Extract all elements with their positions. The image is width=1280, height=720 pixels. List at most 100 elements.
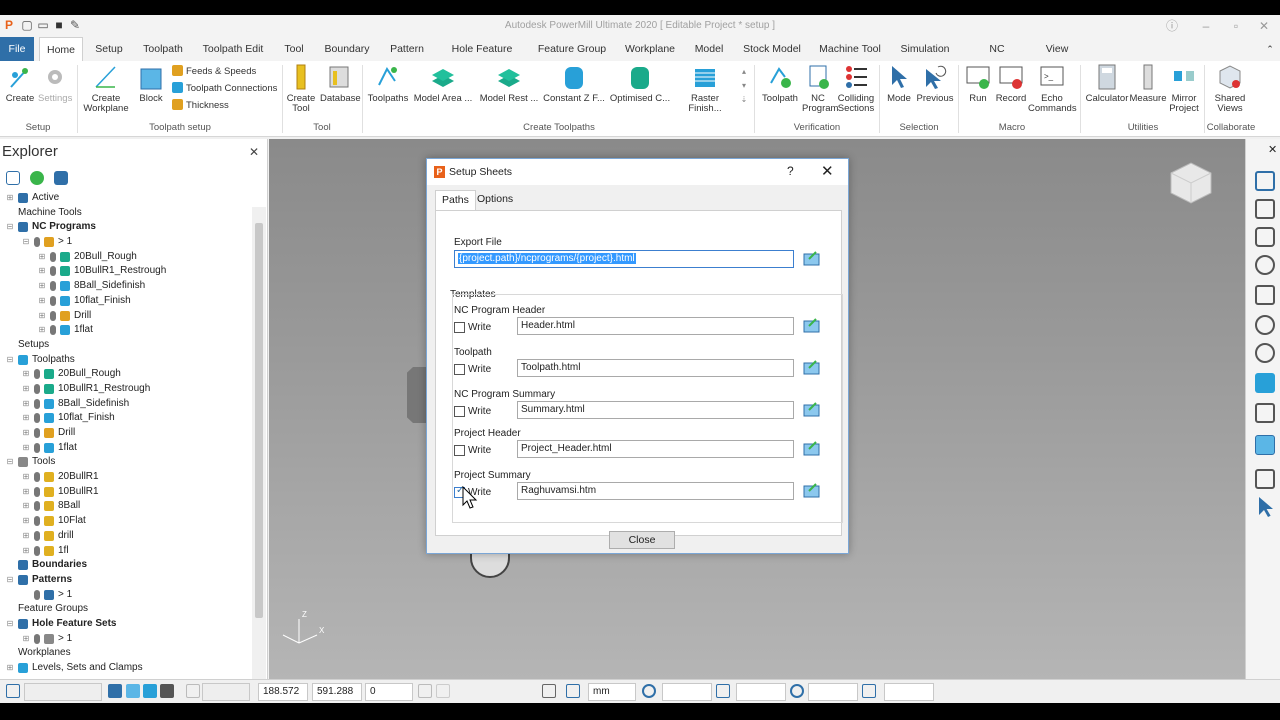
status-height-icon[interactable] (716, 684, 730, 698)
tab-file[interactable]: File (0, 37, 34, 61)
tab-view[interactable]: View (1042, 37, 1072, 61)
workplane-select[interactable] (24, 683, 102, 701)
lightbulb-icon[interactable] (34, 442, 40, 453)
expand-icon[interactable]: ⊞ (6, 664, 14, 672)
write-checkbox[interactable] (454, 364, 465, 375)
shaded-wire-icon[interactable] (1255, 435, 1275, 455)
calculator-button[interactable]: Calculator (1084, 63, 1130, 104)
lightbulb-icon[interactable] (34, 486, 40, 497)
write-label[interactable]: Write (468, 364, 491, 375)
status-tool-2-icon[interactable] (126, 684, 140, 698)
collapse-ribbon-icon[interactable]: ⌃ (1262, 37, 1278, 61)
tree-item[interactable]: ⊞ 20BullR1 (0, 470, 252, 485)
lightbulb-icon[interactable] (34, 369, 40, 380)
tree-item[interactable]: ⊟ > 1 (0, 235, 252, 250)
run-button[interactable]: Run (962, 63, 994, 104)
help-icon[interactable]: ⓘ (1162, 17, 1182, 35)
expand-icon[interactable]: ⊞ (38, 311, 46, 320)
tree-item[interactable]: ⊞ 8Ball_Sidefinish (0, 279, 252, 294)
tree-item[interactable]: ⊞ drill (0, 529, 252, 544)
tree-item[interactable]: ⊞ 1flat (0, 441, 252, 456)
lightbulb-icon[interactable] (34, 545, 40, 556)
expand-icon[interactable]: ⊞ (22, 487, 30, 496)
status-calc-icon[interactable] (542, 684, 556, 698)
status-ruler-icon[interactable] (566, 684, 580, 698)
tree-item[interactable]: ⊞ 8Ball (0, 499, 252, 514)
optimised-button[interactable]: Optimised C... (608, 63, 672, 104)
gallery-scroll[interactable]: ▴ ▾ ⇣ (738, 65, 750, 107)
tab-hole-feature-set[interactable]: Hole Feature Set (444, 37, 520, 79)
lightbulb-icon[interactable] (50, 251, 56, 262)
explorer-globe-icon[interactable] (30, 171, 44, 185)
toolpath-connections-button[interactable]: Toolpath Connections (172, 82, 277, 96)
tab-boundary[interactable]: Boundary (322, 37, 372, 61)
expand-icon[interactable]: ⊞ (38, 296, 46, 305)
minimize-icon[interactable]: – (1196, 17, 1216, 35)
expand-icon[interactable]: ⊞ (22, 546, 30, 555)
tree-item[interactable]: ⊟ Hole Feature Sets (0, 617, 252, 632)
collapse-icon[interactable]: ⊟ (6, 458, 14, 466)
block-button[interactable]: Block (134, 63, 168, 104)
tree-item[interactable]: ⊞ 10BullR1_Restrough (0, 264, 252, 279)
export-browse-icon[interactable] (803, 250, 820, 267)
status-tool-4-icon[interactable] (160, 684, 174, 698)
template-file-input[interactable]: Header.html (517, 317, 794, 335)
expand-icon[interactable]: ⊞ (22, 429, 30, 437)
raster-finish-button[interactable]: Raster Finish... (674, 63, 736, 114)
tab-toolpath-edit[interactable]: Toolpath Edit (200, 37, 266, 61)
zoom-in-icon[interactable] (1255, 315, 1275, 335)
view-front-icon[interactable] (1255, 199, 1275, 219)
wireframe-icon[interactable] (1255, 403, 1275, 423)
tree-item[interactable]: ⊞ 10flat_Finish (0, 294, 252, 309)
template-browse-icon[interactable] (803, 359, 820, 376)
collapse-icon[interactable]: ⊟ (6, 619, 14, 628)
tree-item[interactable]: Feature Groups (0, 602, 252, 617)
tree-item[interactable]: Boundaries (0, 558, 252, 573)
toolpaths-button[interactable]: Toolpaths (366, 63, 410, 104)
lightbulb-icon[interactable] (34, 428, 40, 438)
template-browse-icon[interactable] (803, 317, 820, 334)
close-toolbar-icon[interactable]: ✕ (1268, 143, 1277, 156)
lightbulb-icon[interactable] (34, 530, 40, 541)
tree-item[interactable]: ⊞ Active (0, 191, 252, 206)
expand-icon[interactable]: ⊞ (38, 267, 46, 275)
view-cube-icon[interactable] (1167, 159, 1215, 207)
expand-icon[interactable]: ⊞ (22, 443, 30, 452)
workplane-status-icon[interactable] (6, 684, 20, 698)
lightbulb-icon[interactable] (50, 310, 56, 321)
lightbulb-icon[interactable] (34, 383, 40, 394)
tab-tool[interactable]: Tool (280, 37, 308, 61)
record-button[interactable]: Record (994, 63, 1028, 104)
tab-setup[interactable]: Setup (90, 37, 128, 61)
tab-home[interactable]: Home (39, 37, 83, 61)
explorer-tree-icon[interactable] (6, 171, 20, 185)
expand-icon[interactable]: ⊞ (6, 194, 14, 202)
database-button[interactable]: Database (320, 63, 361, 104)
tab-pattern[interactable]: Pattern (386, 37, 428, 61)
tree-item[interactable]: Setups (0, 338, 252, 353)
units-field[interactable]: mm (588, 683, 636, 701)
tree-item[interactable]: ⊞ 20Bull_Rough (0, 367, 252, 382)
tree-item[interactable]: ⊞ Levels, Sets and Clamps (0, 661, 252, 676)
angle-icon[interactable] (862, 684, 876, 698)
coord-z-field[interactable]: 0 (365, 683, 413, 701)
maximize-icon[interactable]: ▫ (1226, 17, 1246, 35)
lightbulb-icon[interactable] (34, 472, 40, 483)
tab-workplane[interactable]: Workplane (622, 37, 678, 61)
tree-item[interactable]: ⊞ 10flat_Finish (0, 411, 252, 426)
shaded-icon[interactable] (1255, 373, 1275, 393)
status-tool-1-icon[interactable] (108, 684, 122, 698)
tree-item[interactable]: ⊞ 10BullR1_Restrough (0, 382, 252, 397)
template-browse-icon[interactable] (803, 482, 820, 499)
collapse-icon[interactable]: ⊟ (6, 223, 14, 231)
tree-item[interactable]: ⊟ Toolpaths (0, 353, 252, 368)
expand-icon[interactable]: ⊞ (22, 473, 30, 481)
lightbulb-icon[interactable] (34, 633, 40, 644)
echo-commands-button[interactable]: >_ Echo Commands (1028, 63, 1077, 114)
tolerance-field[interactable] (662, 683, 712, 701)
create-tool-button[interactable]: Create Tool (284, 63, 318, 114)
select-cursor-icon[interactable] (1259, 497, 1273, 517)
tree-item[interactable]: ⊞ 1fl (0, 544, 252, 559)
diameter-field[interactable] (808, 683, 858, 701)
expand-icon[interactable]: ⊞ (22, 384, 30, 393)
